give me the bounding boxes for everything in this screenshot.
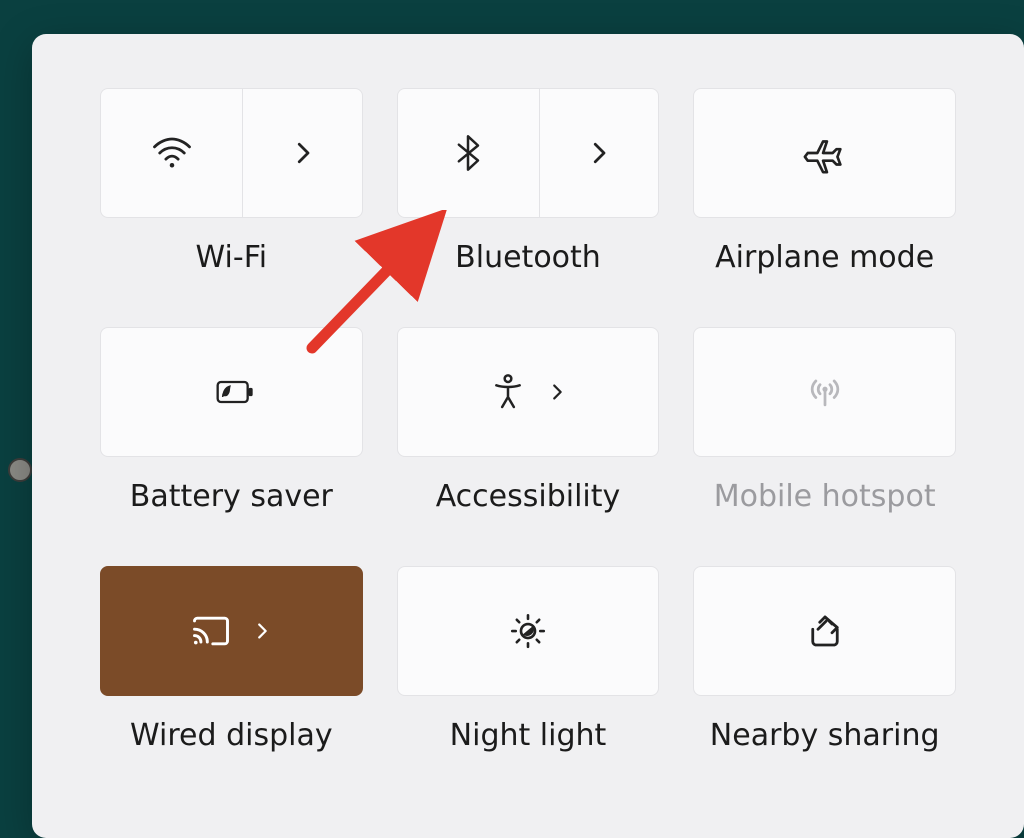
accessibility-label: Accessibility	[436, 479, 621, 514]
nightlight-icon	[507, 610, 549, 652]
airplane-toggle-button[interactable]	[693, 88, 956, 218]
wifi-tile: Wi-Fi	[100, 88, 363, 275]
nearby-label: Nearby sharing	[710, 718, 940, 753]
desktop-icon-dot	[8, 458, 32, 482]
wifi-expand-button[interactable]	[242, 88, 362, 218]
cast-label: Wired display	[130, 718, 333, 753]
cast-icon	[189, 612, 233, 650]
chevron-right-icon	[288, 138, 318, 168]
bluetooth-icon	[448, 133, 488, 173]
battery-tile: Battery saver	[100, 327, 363, 514]
cast-tile: Wired display	[100, 566, 363, 753]
hotspot-label: Mobile hotspot	[714, 479, 936, 514]
quick-settings-panel: Wi-Fi Bluetooth Airplane mode	[32, 34, 1024, 838]
wifi-label: Wi-Fi	[196, 240, 268, 275]
wifi-toggle-button[interactable]	[100, 88, 242, 218]
battery-leaf-icon	[206, 372, 256, 412]
share-icon	[804, 610, 846, 652]
wifi-icon	[151, 132, 193, 174]
chevron-right-icon	[251, 620, 273, 642]
battery-saver-toggle-button[interactable]	[100, 327, 363, 457]
nightlight-tile: Night light	[397, 566, 660, 753]
chevron-right-icon	[546, 381, 568, 403]
hotspot-toggle-button	[693, 327, 956, 457]
accessibility-tile: Accessibility	[397, 327, 660, 514]
accessibility-icon	[488, 372, 528, 412]
bluetooth-tile: Bluetooth	[397, 88, 660, 275]
battery-label: Battery saver	[130, 479, 333, 514]
hotspot-tile: Mobile hotspot	[693, 327, 956, 514]
airplane-tile: Airplane mode	[693, 88, 956, 275]
airplane-label: Airplane mode	[715, 240, 934, 275]
nearby-sharing-toggle-button[interactable]	[693, 566, 956, 696]
accessibility-expand-button[interactable]	[397, 327, 660, 457]
cast-expand-button[interactable]	[100, 566, 363, 696]
bluetooth-toggle-button[interactable]	[397, 88, 539, 218]
chevron-right-icon	[584, 138, 614, 168]
nightlight-toggle-button[interactable]	[397, 566, 660, 696]
hotspot-icon	[803, 370, 847, 414]
quick-settings-grid: Wi-Fi Bluetooth Airplane mode	[32, 34, 1024, 753]
nightlight-label: Night light	[450, 718, 607, 753]
bluetooth-expand-button[interactable]	[539, 88, 659, 218]
nearby-tile: Nearby sharing	[693, 566, 956, 753]
airplane-icon	[802, 130, 848, 176]
bluetooth-label: Bluetooth	[455, 240, 601, 275]
